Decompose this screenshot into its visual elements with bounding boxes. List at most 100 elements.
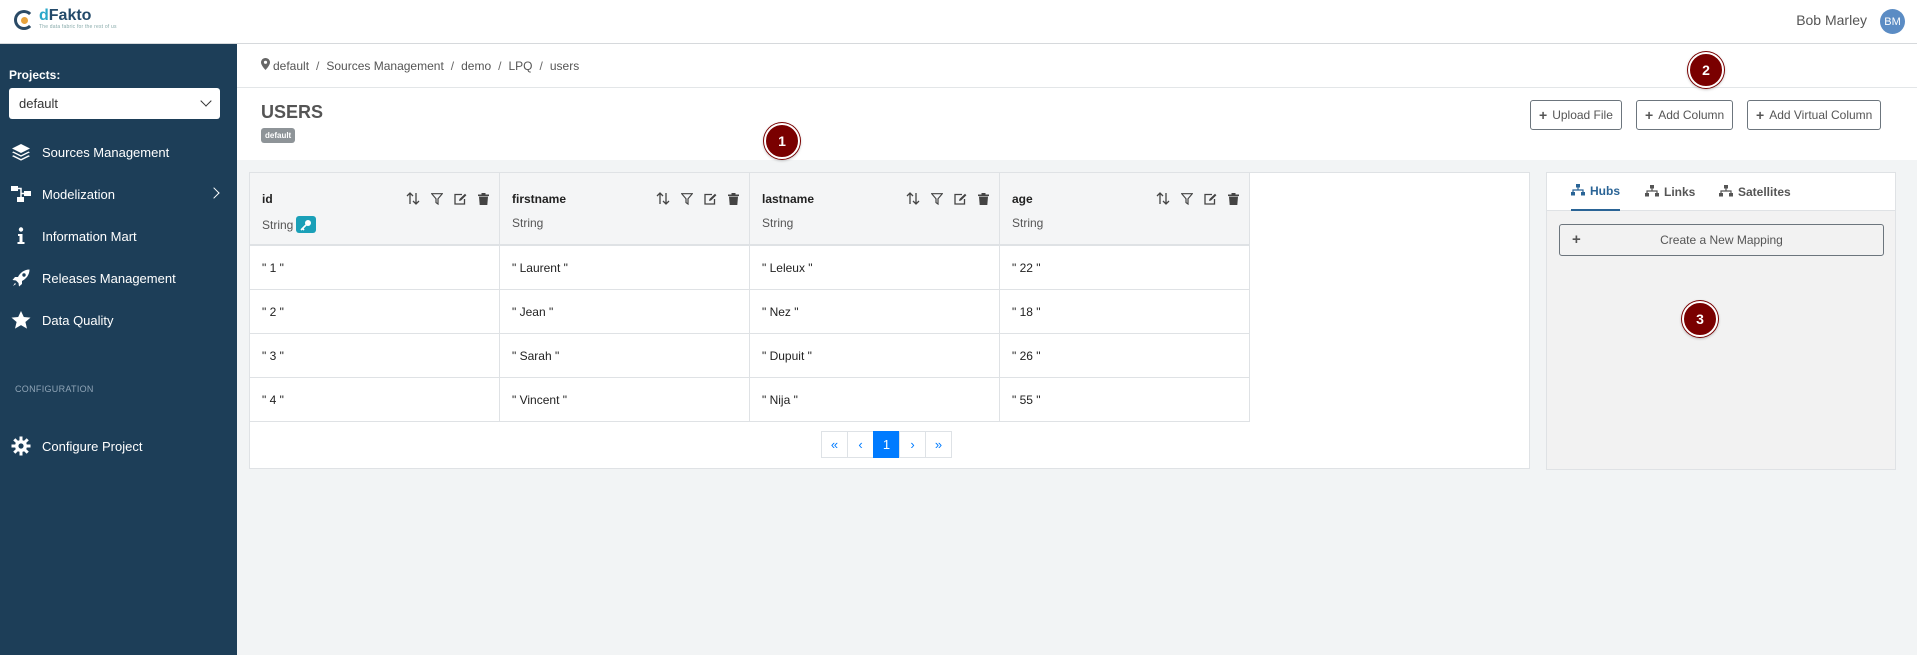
pagination: « ‹ 1 › » — [821, 431, 952, 458]
logo-tagline: The data fabric for the rest of us — [39, 24, 117, 30]
sidebar-item-label: Data Quality — [42, 312, 114, 328]
table-cell[interactable]: " 3 " — [250, 334, 499, 378]
table-cell[interactable]: " 1 " — [250, 246, 499, 290]
dfakto-logo[interactable]: dFakto The data fabric for the rest of u… — [14, 8, 117, 32]
column-type: String — [262, 216, 317, 233]
configuration-section-label: CONFIGURATION — [15, 384, 94, 394]
table-cell[interactable]: " Leleux " — [750, 246, 999, 290]
user-name[interactable]: Bob Marley — [1796, 12, 1867, 28]
create-mapping-button[interactable]: + Create a New Mapping — [1559, 224, 1884, 256]
sidebar-item-releases-management[interactable]: Releases Management — [0, 263, 237, 293]
sidebar-item-information-mart[interactable]: Information Mart — [0, 221, 237, 251]
table-cell[interactable]: " 2 " — [250, 290, 499, 334]
chevron-down-icon — [200, 95, 212, 107]
table-cell[interactable]: " 18 " — [1000, 290, 1249, 334]
project-select[interactable]: default — [9, 88, 220, 119]
table-cell[interactable]: " Sarah " — [500, 334, 749, 378]
filter-icon[interactable] — [680, 192, 694, 208]
top-bar: dFakto The data fabric for the rest of u… — [0, 0, 1917, 44]
sidebar-item-sources-management[interactable]: Sources Management — [0, 137, 237, 167]
sitemap-icon — [1719, 184, 1733, 200]
tab-label: Satellites — [1738, 185, 1791, 199]
tab-hubs[interactable]: Hubs — [1571, 173, 1620, 211]
sidebar-item-data-quality[interactable]: Data Quality — [0, 305, 237, 335]
projects-label: Projects: — [9, 68, 61, 82]
breadcrumb-item[interactable]: Sources Management — [326, 59, 443, 73]
tab-label: Hubs — [1590, 184, 1620, 198]
column-id: id String " 1 " " 2 " " 3 " " 4 " — [250, 173, 500, 422]
table-cell[interactable]: " 22 " — [1000, 246, 1249, 290]
trash-icon[interactable] — [478, 192, 489, 208]
table-cell[interactable]: " 55 " — [1000, 378, 1249, 422]
upload-file-button[interactable]: + Upload File — [1530, 100, 1622, 130]
column-type: String — [1012, 216, 1043, 230]
breadcrumb-item-current: users — [549, 58, 580, 73]
edit-icon[interactable] — [454, 193, 467, 208]
mapping-tabs: Hubs Links Satellites — [1547, 173, 1895, 211]
sort-icon[interactable] — [406, 192, 420, 208]
table-cell[interactable]: " Jean " — [500, 290, 749, 334]
sidebar-item-label: Sources Management — [42, 144, 170, 160]
column-header: id String — [250, 173, 499, 246]
filter-icon[interactable] — [430, 192, 444, 208]
table-cell[interactable]: " Dupuit " — [750, 334, 999, 378]
column-type: String — [512, 216, 543, 230]
add-virtual-column-label: Add Virtual Column — [1769, 108, 1873, 122]
project-select-value: default — [19, 96, 59, 111]
sidebar-item-label: Configure Project — [42, 438, 143, 454]
breadcrumb-item[interactable]: LPQ — [509, 59, 533, 73]
filter-icon[interactable] — [930, 192, 944, 208]
table-cell[interactable]: " 26 " — [1000, 334, 1249, 378]
column-lastname: lastname String " Leleux " " Nez " " Dupuit … — [750, 173, 1000, 422]
column-name: age — [1012, 192, 1033, 206]
add-virtual-column-button[interactable]: + Add Virtual Column — [1747, 100, 1882, 130]
edit-icon[interactable] — [1204, 193, 1217, 208]
edit-icon[interactable] — [704, 193, 717, 208]
sort-icon[interactable] — [906, 192, 920, 208]
table-cell[interactable]: " 4 " — [250, 378, 499, 422]
next-page-button[interactable]: › — [899, 431, 926, 458]
filter-icon[interactable] — [1180, 192, 1194, 208]
mapping-panel: Hubs Links Satellites + Create a New Map… — [1546, 172, 1896, 470]
map-marker-icon — [261, 58, 270, 73]
table-cell[interactable]: " Nija " — [750, 378, 999, 422]
sidebar-item-modelization[interactable]: Modelization — [0, 179, 237, 209]
trash-icon[interactable] — [728, 192, 739, 208]
sort-icon[interactable] — [656, 192, 670, 208]
star-icon — [0, 310, 42, 330]
logo-icon — [14, 8, 36, 32]
column-type-label: String — [262, 217, 294, 232]
column-header: firstname String — [500, 173, 749, 246]
sidebar-item-configure-project[interactable]: Configure Project — [0, 431, 237, 461]
last-page-button[interactable]: » — [925, 431, 952, 458]
diagram-icon — [0, 185, 42, 203]
table-cell[interactable]: " Nez " — [750, 290, 999, 334]
page-title: USERS — [261, 102, 324, 122]
marker-1: 1 — [764, 123, 800, 159]
column-age: age String " 22 " " 18 " " 26 " " 55 " — [1000, 173, 1250, 422]
trash-icon[interactable] — [978, 192, 989, 208]
table-cell[interactable]: " Vincent " — [500, 378, 749, 422]
sort-icon[interactable] — [1156, 192, 1170, 208]
column-header: age String — [1000, 173, 1249, 246]
breadcrumb: default / Sources Management / demo / LP… — [261, 58, 579, 73]
edit-icon[interactable] — [954, 193, 967, 208]
marker-2: 2 — [1688, 52, 1724, 88]
page-1-button[interactable]: 1 — [873, 431, 900, 458]
page-header: USERS default + Upload File + Add Column… — [237, 88, 1917, 160]
tab-links[interactable]: Links — [1645, 173, 1695, 211]
first-page-button[interactable]: « — [821, 431, 848, 458]
avatar[interactable]: BM — [1880, 9, 1905, 34]
column-type-label: String — [1012, 216, 1044, 230]
breadcrumb-item[interactable]: default — [273, 59, 309, 73]
data-table-panel: id String " 1 " " 2 " " 3 " " 4 " firstname Str… — [249, 172, 1530, 469]
breadcrumb-item[interactable]: demo — [461, 59, 491, 73]
add-column-label: Add Column — [1658, 108, 1725, 122]
column-name: id — [262, 192, 273, 206]
add-column-button[interactable]: + Add Column — [1636, 100, 1734, 130]
previous-page-button[interactable]: ‹ — [847, 431, 874, 458]
tab-satellites[interactable]: Satellites — [1719, 173, 1791, 211]
primary-key-icon[interactable] — [296, 216, 317, 233]
trash-icon[interactable] — [1228, 192, 1239, 208]
table-cell[interactable]: " Laurent " — [500, 246, 749, 290]
